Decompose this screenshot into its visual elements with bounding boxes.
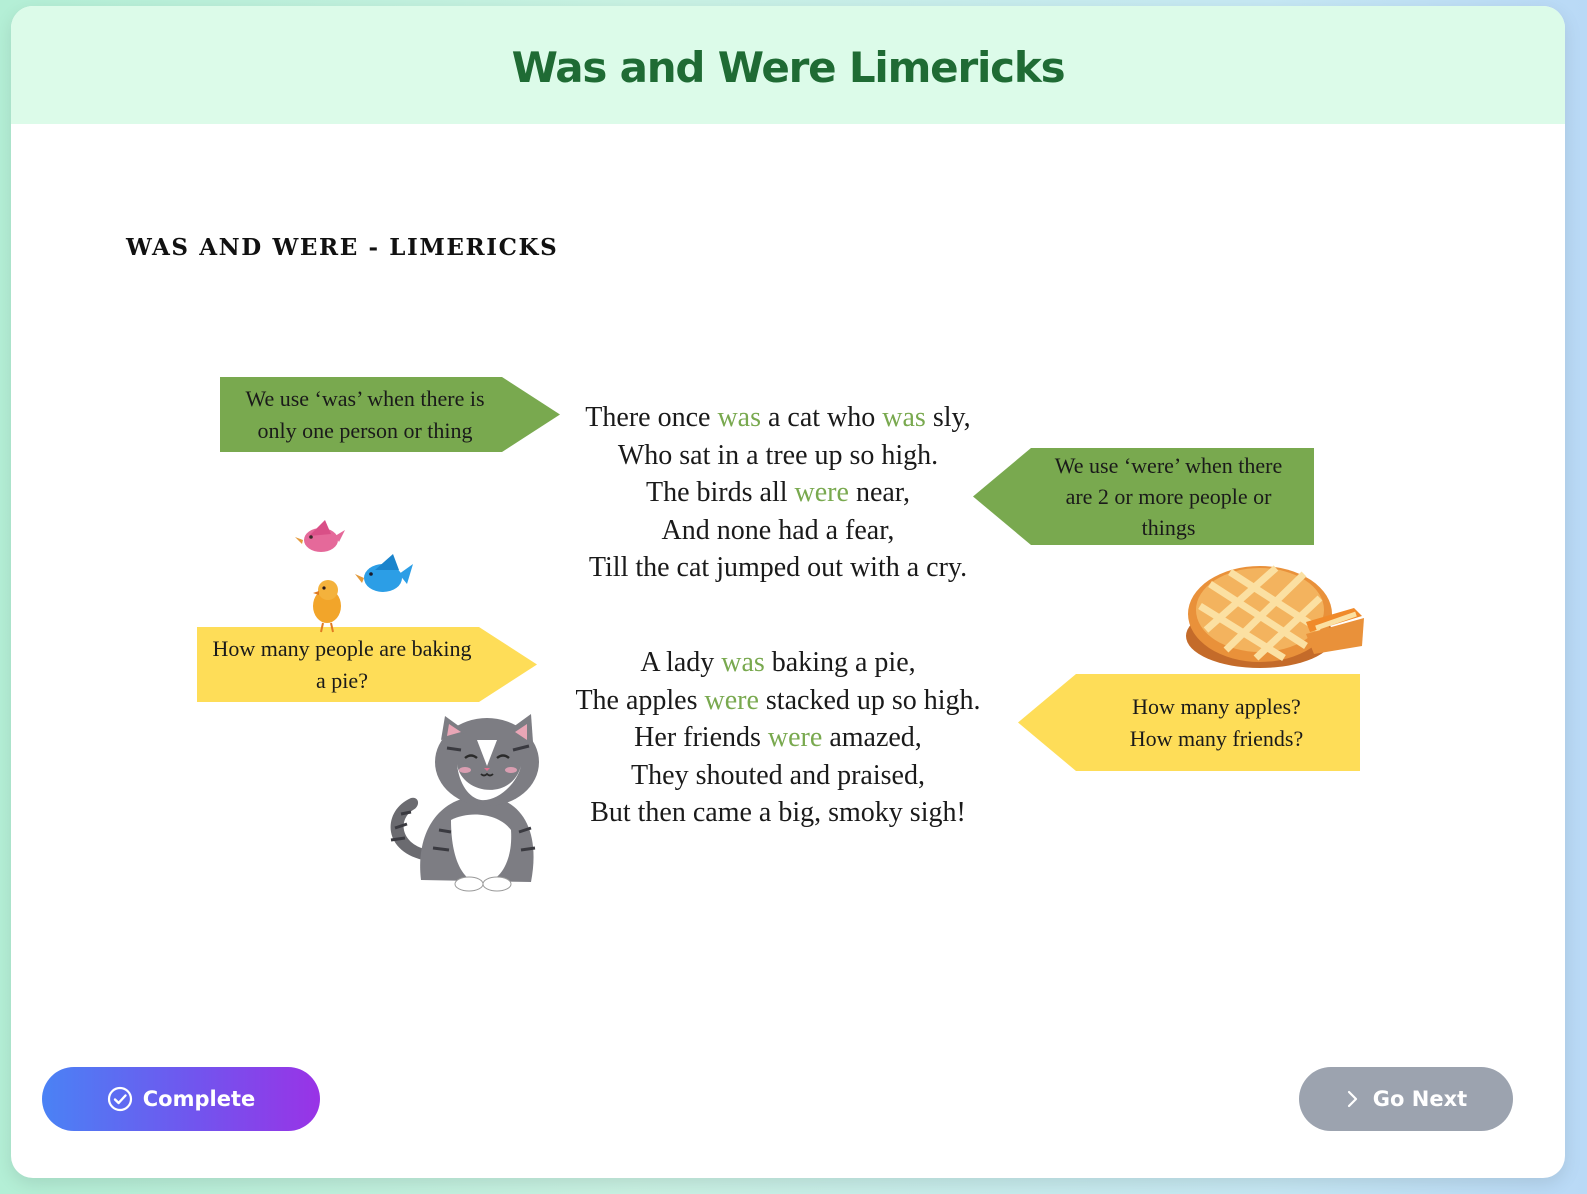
apples-question-tag: How many apples? How many friends?	[1018, 674, 1360, 771]
poem-line: But then came a big, smoky sigh!	[590, 797, 966, 829]
poem-line: They shouted and praised,	[631, 759, 925, 791]
baking-question-text: How many people are baking a pie?	[212, 636, 472, 693]
poem-line: Till the cat jumped out with a cry.	[588, 552, 968, 584]
page-title: Was and Were Limericks	[511, 42, 1066, 92]
highlighted-word: was	[721, 647, 765, 678]
poem-line: And none had a fear,	[661, 514, 895, 546]
pink-bird-icon	[295, 520, 345, 552]
chevron-right-icon	[1347, 1090, 1357, 1108]
lesson-card: Was and Were Limericks WAS AND WERE - LI…	[11, 6, 1565, 1178]
complete-button-label: Complete	[142, 1087, 256, 1111]
cat-illustration	[390, 714, 539, 892]
cat-limerick: There once was a cat who was sly, Who sa…	[548, 399, 1008, 587]
poem-line: Who sat in a tree up so high.	[617, 439, 939, 471]
poem-line: The apples were stacked up so high.	[575, 684, 981, 716]
apples-question-text: How many apples? How many friends?	[1129, 694, 1304, 751]
highlighted-word: were	[767, 722, 823, 754]
were-rule-tag: We use ‘were’ when there are 2 or more p…	[973, 448, 1314, 545]
go-next-button-label: Go Next	[1372, 1087, 1468, 1111]
poem-line: There once was a cat who was sly,	[585, 402, 971, 433]
was-rule-text: We use ‘was’ when there is only one pers…	[245, 386, 485, 443]
highlighted-word: was	[717, 402, 761, 433]
chick-icon	[313, 580, 341, 633]
worksheet-heading: WAS AND WERE - LIMERICKS	[126, 234, 559, 261]
highlighted-word: were	[794, 477, 849, 509]
pie-illustration	[1186, 565, 1364, 668]
poem-line: The birds all were near,	[646, 477, 910, 509]
card-header: Was and Were Limericks	[11, 6, 1565, 124]
lady-limerick: A lady was baking a pie, The apples were…	[548, 644, 1008, 832]
blue-bird-icon	[355, 554, 413, 592]
complete-button[interactable]: Complete	[42, 1067, 320, 1131]
baking-question-tag: How many people are baking a pie?	[197, 627, 537, 702]
poem-line: Her friends were amazed,	[634, 722, 922, 754]
poem-line: A lady was baking a pie,	[640, 647, 916, 678]
were-rule-text: We use ‘were’ when there are 2 or more p…	[1054, 452, 1283, 541]
was-rule-tag: We use ‘was’ when there is only one pers…	[220, 377, 560, 452]
pie-icon	[1186, 565, 1364, 668]
highlighted-word: were	[704, 684, 759, 716]
birds-illustration	[295, 520, 413, 633]
check-circle-icon	[107, 1086, 132, 1112]
cat-icon	[390, 714, 539, 892]
go-next-button[interactable]: Go Next	[1299, 1067, 1513, 1131]
highlighted-word: was	[882, 402, 926, 433]
